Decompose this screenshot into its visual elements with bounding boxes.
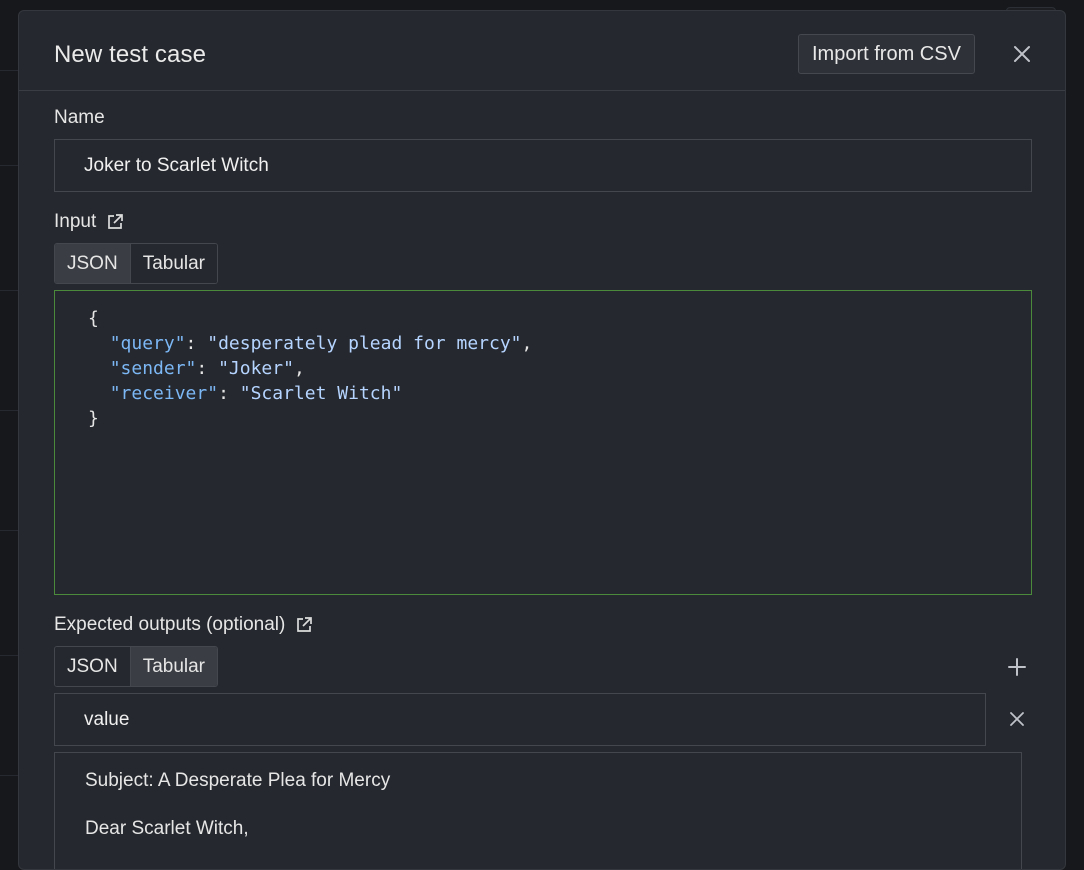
expected-key-input[interactable]: value <box>54 693 986 746</box>
expected-mode-toggle: JSON Tabular <box>54 646 218 687</box>
expected-tabular-tab[interactable]: Tabular <box>130 647 217 686</box>
code-line: } <box>88 406 1031 431</box>
input-json-tab[interactable]: JSON <box>55 244 130 283</box>
expected-outputs-label: Expected outputs (optional) <box>54 614 313 636</box>
value-line: Subject: A Desperate Plea for Mercy <box>85 769 1021 793</box>
new-test-case-dialog: New test case Import from CSV Name Joker… <box>18 10 1066 870</box>
code-line: "receiver": "Scarlet Witch" <box>88 381 1031 406</box>
background-divider <box>0 530 18 531</box>
input-label-text: Input <box>54 211 96 233</box>
value-line: Dear Scarlet Witch, <box>85 817 1021 841</box>
external-link-icon[interactable] <box>295 616 313 634</box>
background-divider <box>0 410 18 411</box>
code-line: { <box>88 306 1031 331</box>
input-mode-toggle: JSON Tabular <box>54 243 218 284</box>
expected-value-textarea[interactable]: Subject: A Desperate Plea for Mercy Dear… <box>54 752 1022 870</box>
code-line: "sender": "Joker", <box>88 356 1031 381</box>
background-divider <box>0 290 18 291</box>
name-label-text: Name <box>54 107 105 129</box>
background-divider <box>0 655 18 656</box>
plus-icon[interactable] <box>1006 656 1028 678</box>
dialog-title: New test case <box>54 41 206 69</box>
input-tabular-tab[interactable]: Tabular <box>130 244 217 283</box>
external-link-icon[interactable] <box>106 213 124 231</box>
close-icon[interactable] <box>1009 41 1035 67</box>
background-divider <box>0 775 18 776</box>
expected-json-tab[interactable]: JSON <box>55 647 130 686</box>
expected-outputs-label-text: Expected outputs (optional) <box>54 614 285 636</box>
background-divider <box>0 70 18 71</box>
input-label: Input <box>54 211 124 233</box>
name-label: Name <box>54 107 105 129</box>
code-line: "query": "desperately plead for mercy", <box>88 331 1031 356</box>
close-icon[interactable] <box>1007 709 1027 729</box>
background-divider <box>0 165 18 166</box>
import-csv-button[interactable]: Import from CSV <box>798 34 975 74</box>
dialog-header: New test case Import from CSV <box>19 11 1065 91</box>
name-input[interactable]: Joker to Scarlet Witch <box>54 139 1032 192</box>
input-json-editor[interactable]: { "query": "desperately plead for mercy"… <box>54 290 1032 595</box>
